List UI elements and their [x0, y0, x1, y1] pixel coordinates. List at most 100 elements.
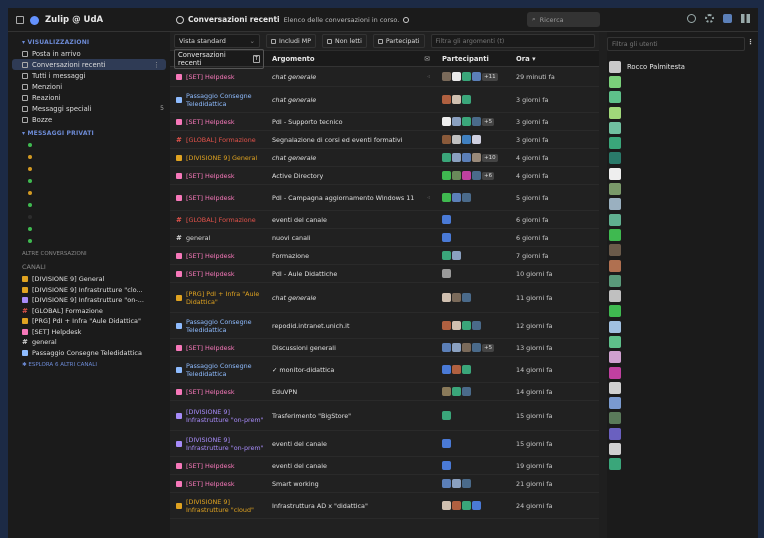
row-time[interactable]: 11 giorni fa [512, 294, 599, 302]
row-channel[interactable]: [SET] Helpdesk [170, 462, 264, 470]
row-channel[interactable]: [SET] Helpdesk [170, 252, 264, 260]
row-topic[interactable]: ✓ monitor-didattica [264, 366, 430, 374]
row-channel[interactable]: # [GLOBAL] Formazione [170, 136, 264, 144]
table-row[interactable]: # [GLOBAL] Formazione eventi del canale 6 g… [170, 211, 599, 229]
user-list-item[interactable] [609, 288, 685, 303]
sidebar-item-view[interactable]: Menzioni [8, 81, 170, 92]
avatar[interactable] [442, 95, 451, 104]
avatar[interactable] [442, 411, 451, 420]
avatar[interactable] [462, 193, 471, 202]
avatar[interactable] [442, 321, 451, 330]
row-channel[interactable]: [SET] Helpdesk [170, 388, 264, 396]
sidebar-item-view[interactable]: Tutti i messaggi [8, 70, 170, 81]
avatar[interactable] [452, 293, 461, 302]
row-topic[interactable]: Discussioni generali [264, 344, 430, 352]
row-channel[interactable]: [SET] Helpdesk [170, 270, 264, 278]
table-row[interactable]: [SET] Helpdesk Formazione 7 giorni fa [170, 247, 599, 265]
avatar[interactable] [442, 461, 451, 470]
avatar[interactable] [442, 293, 451, 302]
user-list-item[interactable] [609, 105, 685, 120]
table-row[interactable]: [SET] Helpdesk chat generale ◃ +11 29 minuti… [170, 67, 599, 87]
table-row[interactable]: [SET] Helpdesk EduVPN 14 giorni fa [170, 383, 599, 401]
avatar[interactable] [442, 479, 451, 488]
user-list-item[interactable] [609, 90, 685, 105]
table-row[interactable]: [DIVISIONE 9] Infrastrutture "on-prem" Tr… [170, 401, 599, 431]
row-topic[interactable]: repodid.intranet.unich.it [264, 322, 430, 330]
avatar[interactable] [442, 153, 451, 162]
avatar[interactable] [452, 343, 461, 352]
row-topic[interactable]: chat generale [264, 294, 430, 302]
table-row[interactable]: [SET] Helpdesk PdI - Campagna aggiornamen… [170, 185, 599, 211]
row-time[interactable]: 3 giorni fa [512, 136, 599, 144]
avatar[interactable] [472, 117, 481, 126]
other-conversations-link[interactable]: ALTRE CONVERSAZIONI [8, 247, 170, 259]
table-row[interactable]: [SET] Helpdesk Discussioni generali +5 13 g… [170, 339, 599, 357]
row-channel[interactable]: [SET] Helpdesk [170, 118, 264, 126]
row-topic[interactable]: eventi del canale [264, 440, 430, 448]
avatar[interactable] [462, 321, 471, 330]
avatar[interactable] [442, 251, 451, 260]
user-list-item[interactable] [609, 243, 685, 258]
sidebar-toggle-icon[interactable] [16, 16, 24, 24]
sidebar-item-view[interactable]: Reazioni [8, 92, 170, 103]
table-row[interactable]: [SET] Helpdesk eventi del canale 19 giorni… [170, 457, 599, 475]
dm-item[interactable] [8, 187, 170, 199]
table-row[interactable]: Passaggio Consegne Teledidattica repodid.… [170, 313, 599, 339]
row-topic[interactable]: eventi del canale [264, 462, 430, 470]
row-topic[interactable]: Segnalazione di corsi ed eventi formativ… [264, 136, 430, 144]
row-topic[interactable]: chat generale ◃ [264, 73, 430, 81]
row-time[interactable]: 13 giorni fa [512, 344, 599, 352]
dm-header[interactable]: ▾ MESSAGGI PRIVATI [8, 125, 170, 139]
row-time[interactable]: 14 giorni fa [512, 388, 599, 396]
row-time[interactable]: 3 giorni fa [512, 118, 599, 126]
row-channel[interactable]: Passaggio Consegne Teledidattica [170, 92, 264, 108]
include-dm-checkbox[interactable]: Includi MP [266, 34, 317, 48]
avatar[interactable] [472, 72, 481, 81]
sidebar-item-view[interactable]: Conversazioni recenti ⋮ [12, 59, 166, 70]
avatar[interactable] [442, 135, 451, 144]
user-list-item[interactable] [609, 120, 685, 135]
row-time[interactable]: 15 giorni fa [512, 440, 599, 448]
user-avatar-icon[interactable] [723, 14, 732, 23]
table-row[interactable]: [DIVISIONE 9] Infrastrutture "on-prem" ev… [170, 431, 599, 457]
avatar[interactable] [462, 479, 471, 488]
avatar[interactable] [462, 501, 471, 510]
row-channel[interactable]: [PRG] PdI + Infra "Aule Didattica" [170, 290, 264, 306]
more-options-icon[interactable]: ⋮ [153, 61, 160, 69]
avatar[interactable] [452, 95, 461, 104]
row-time[interactable]: 6 giorni fa [512, 216, 599, 224]
row-channel[interactable]: [DIVISIONE 9] Infrastrutture "on-prem" [170, 436, 264, 452]
avatar[interactable] [442, 171, 451, 180]
user-list-item[interactable] [609, 411, 685, 426]
avatar[interactable] [452, 72, 461, 81]
sidebar-channel[interactable]: [DIVISIONE 9] Infrastrutture "clo... [8, 285, 170, 296]
row-time[interactable]: 10 giorni fa [512, 270, 599, 278]
row-channel[interactable]: Passaggio Consegne Teledidattica [170, 362, 264, 378]
user-list-item[interactable] [609, 273, 685, 288]
avatar[interactable] [452, 501, 461, 510]
avatar[interactable] [442, 343, 451, 352]
search-input[interactable]: ⌕ Ricerca [527, 12, 600, 27]
row-topic[interactable]: chat generale [264, 154, 430, 162]
row-channel[interactable]: [DIVISIONE 9] General [170, 154, 264, 162]
dm-item[interactable] [8, 163, 170, 175]
row-topic[interactable]: Infrastruttura AD x "didattica" [264, 502, 430, 510]
col-time[interactable]: Ora ▾ [512, 55, 599, 63]
row-time[interactable]: 4 giorni fa [512, 172, 599, 180]
gear-icon[interactable] [705, 14, 714, 23]
row-channel[interactable]: [SET] Helpdesk [170, 172, 264, 180]
avatar[interactable] [442, 215, 451, 224]
row-time[interactable]: 7 giorni fa [512, 252, 599, 260]
views-header[interactable]: ▾ VISUALIZZAZIONI [8, 36, 170, 48]
help-icon[interactable] [403, 16, 410, 23]
avatar[interactable] [462, 72, 471, 81]
user-list-item[interactable] [609, 350, 685, 365]
table-row[interactable]: [SET] Helpdesk PdI - Aule Didattiche 10 gi… [170, 265, 599, 283]
avatar[interactable] [442, 365, 451, 374]
dm-item[interactable] [8, 223, 170, 235]
row-time[interactable]: 14 giorni fa [512, 366, 599, 374]
table-row[interactable]: [SET] Helpdesk Active Directory +6 4 giorni… [170, 167, 599, 185]
avatar[interactable] [442, 233, 451, 242]
sidebar-channel[interactable]: [SET] Helpdesk [8, 327, 170, 338]
row-channel[interactable]: [SET] Helpdesk [170, 73, 264, 81]
